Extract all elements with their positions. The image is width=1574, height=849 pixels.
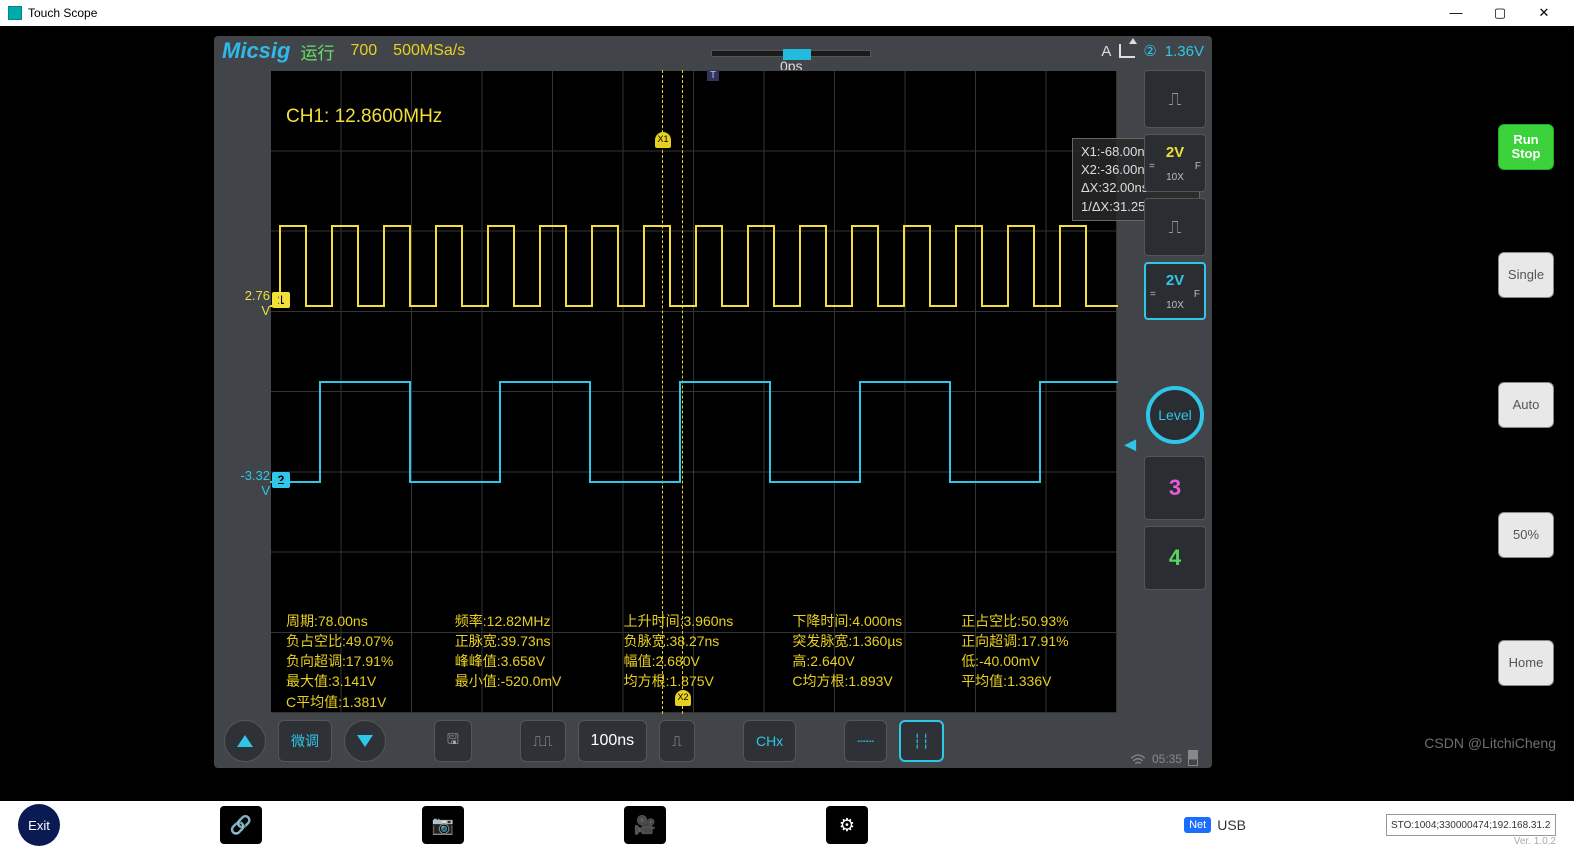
screenshot-button[interactable]: 📷	[422, 806, 464, 844]
ch2-tag[interactable]: 2	[272, 472, 290, 488]
fifty-percent-button[interactable]: 50%	[1498, 512, 1554, 558]
ch2-scale-box[interactable]: 2V =F 10X	[1144, 262, 1206, 320]
memory-depth-label[interactable]: 700	[350, 42, 377, 60]
ch1-coupling-pulse[interactable]: ⎍	[1144, 70, 1206, 128]
fine-down-button[interactable]	[344, 720, 386, 762]
network-mode[interactable]: Net USB	[1184, 817, 1246, 833]
rising-edge-icon	[1119, 44, 1135, 58]
device-address-field[interactable]	[1386, 814, 1556, 836]
pulse-narrow-icon: ⎍	[672, 733, 682, 750]
video-icon: 🎥	[634, 815, 656, 836]
channel-controls-column: ⎍ 2V =F 10X ⎍ 2V =F 10X Level 3 4	[1144, 70, 1206, 590]
window-title: Touch Scope	[28, 6, 97, 20]
window-close-button[interactable]: ✕	[1522, 0, 1566, 26]
run-stop-button[interactable]: Run Stop	[1498, 124, 1554, 170]
ch1-tag[interactable]: 1	[272, 292, 290, 308]
ch4-enable-button[interactable]: 4	[1144, 526, 1206, 590]
pulse-wide-icon: ⎍⎍	[533, 733, 553, 750]
ch1-frequency-readout: CH1: 12.8600MHz	[286, 106, 442, 128]
scope-bottom-toolbar: 微调 🖫 ⎍⎍ 100ns ⎍ CHx ┄┄ ┆┆	[214, 714, 1212, 768]
watermark-text: CSDN @LitchiCheng	[1424, 735, 1556, 751]
oscilloscope-panel: Micsig 运行 700 500MSa/s 0ps A ② 1.36V T C…	[214, 36, 1212, 768]
timebase-value[interactable]: 100ns	[578, 720, 648, 762]
window-maximize-button[interactable]: ▢	[1478, 0, 1522, 26]
trigger-level-knob[interactable]: Level	[1146, 386, 1204, 444]
zoom-in-timebase-button[interactable]: ⎍	[659, 720, 695, 762]
vertical-cursor-button[interactable]: ┆┆	[899, 720, 944, 762]
app-icon	[8, 6, 22, 20]
app-stage: Run Stop Single Auto 50% Home Micsig 运行 …	[0, 26, 1574, 801]
ch2-offset-label: -3.32V	[232, 468, 270, 498]
record-button[interactable]: 🎥	[624, 806, 666, 844]
horizontal-cursor-button[interactable]: ┄┄	[844, 720, 887, 762]
window-titlebar: Touch Scope — ▢ ✕	[0, 0, 1574, 26]
channel-select-button[interactable]: CHx	[743, 720, 796, 762]
battery-icon	[1188, 750, 1198, 766]
hcursor-icon: ┄┄	[857, 733, 874, 750]
zoom-out-timebase-button[interactable]: ⎍⎍	[520, 720, 566, 762]
status-clock: 05:35	[1130, 750, 1198, 766]
fine-up-button[interactable]	[224, 720, 266, 762]
run-status-label: 运行	[300, 39, 334, 64]
home-button[interactable]: Home	[1498, 640, 1554, 686]
ch1-scale-box[interactable]: 2V =F 10X	[1144, 134, 1206, 192]
version-label: Ver. 1.0.2	[1514, 836, 1556, 847]
brand-logo: Micsig	[222, 38, 290, 64]
link-icon: 🔗	[230, 815, 252, 836]
scope-top-bar: Micsig 运行 700 500MSa/s 0ps A ② 1.36V	[214, 36, 1212, 66]
trigger-level-arrow-icon: ◄	[1120, 434, 1140, 457]
trigger-info[interactable]: A ② 1.36V	[1101, 42, 1204, 60]
window-minimize-button[interactable]: —	[1434, 0, 1478, 26]
app-status-bar: Exit 🔗 📷 🎥 ⚙ Net USB	[0, 801, 1574, 849]
save-button[interactable]: 🖫	[434, 720, 472, 762]
link-button[interactable]: 🔗	[220, 806, 262, 844]
camera-icon: 📷	[432, 815, 454, 836]
gear-icon: ⚙	[839, 815, 855, 836]
trigger-position-marker: T	[707, 70, 719, 81]
ch2-coupling-pulse[interactable]: ⎍	[1144, 198, 1206, 256]
fine-adjust-button[interactable]: 微调	[278, 720, 332, 762]
vcursor-icon: ┆┆	[913, 733, 930, 750]
save-icon: 🖫	[447, 729, 459, 753]
ch1-offset-label: 2.76V	[232, 288, 270, 318]
ch3-enable-button[interactable]: 3	[1144, 456, 1206, 520]
settings-button[interactable]: ⚙	[826, 806, 868, 844]
exit-button[interactable]: Exit	[18, 804, 60, 846]
auto-button[interactable]: Auto	[1498, 382, 1554, 428]
wifi-icon	[1130, 753, 1146, 766]
sample-rate-label[interactable]: 500MSa/s	[393, 42, 465, 60]
single-button[interactable]: Single	[1498, 252, 1554, 298]
measurements-panel: 周期:78.00ns负占空比:49.07%负向超调:17.91%最大值:3.14…	[286, 611, 1112, 712]
